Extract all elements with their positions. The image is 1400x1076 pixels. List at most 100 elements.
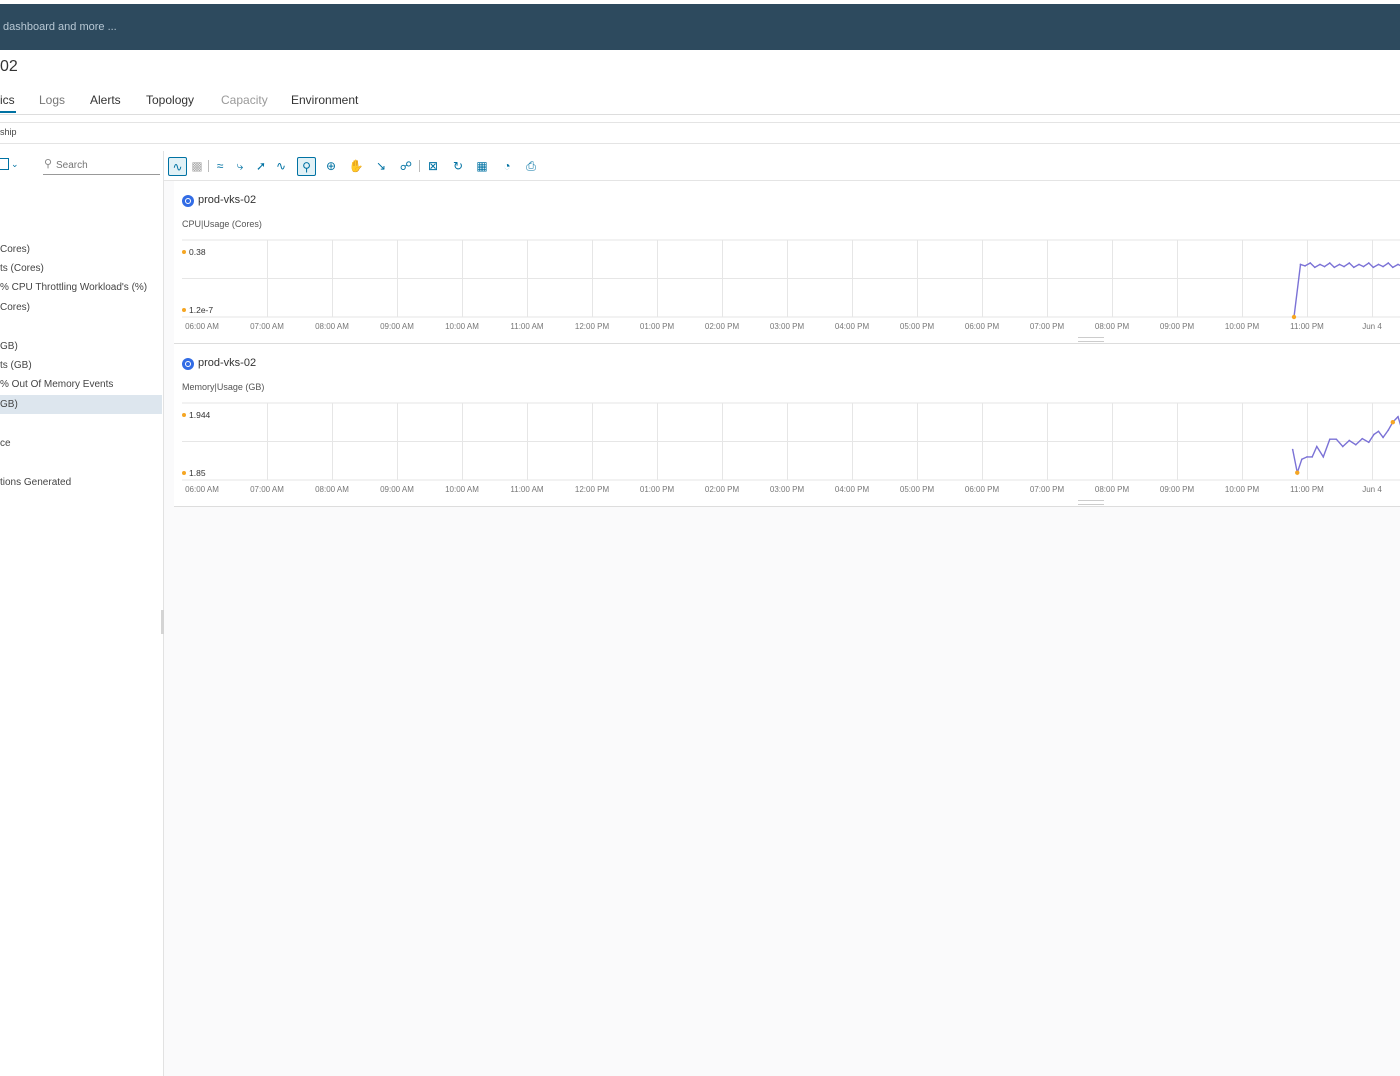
data-point	[1397, 263, 1399, 266]
x-tick-label: 08:00 AM	[315, 485, 349, 494]
trend-icon[interactable]: ⤷	[231, 157, 249, 175]
global-header: dashboard and more ...	[0, 4, 1400, 50]
x-tick-label: 09:00 AM	[380, 485, 414, 494]
data-point	[1328, 262, 1331, 264]
x-tick-label: Jun 4	[1362, 322, 1382, 331]
refresh-icon[interactable]: ↻	[449, 157, 467, 175]
tab-alerts[interactable]: Alerts	[90, 93, 121, 107]
tree-item[interactable]: ce	[0, 434, 162, 453]
kubernetes-cluster-icon	[182, 195, 194, 207]
data-point	[1361, 437, 1364, 440]
data-point	[1382, 265, 1384, 268]
x-tick-label: 03:00 PM	[770, 322, 805, 331]
memory-usage-plot[interactable]: 06:00 AM 07:00 AM 08:00 AM 09:00 AM 10:00 AM…	[174, 394, 1400, 504]
tab-metrics[interactable]: ics	[0, 93, 15, 107]
x-tick-label: 09:00 AM	[380, 322, 414, 331]
data-point	[1367, 262, 1370, 264]
chart-metric-label: CPU|Usage (Cores)	[182, 219, 262, 229]
data-point	[1299, 263, 1302, 266]
tree-item[interactable]: % Out Of Memory Events	[0, 375, 162, 394]
relationship-bar: ship	[0, 122, 1400, 144]
line-icon[interactable]: ∿	[272, 157, 290, 175]
tree-item-selected[interactable]: GB)	[0, 395, 162, 414]
data-point	[1338, 263, 1341, 266]
collapse-icon[interactable]: ↘	[372, 157, 390, 175]
tab-logs[interactable]: Logs	[39, 93, 65, 107]
tab-capacity[interactable]: Capacity	[221, 93, 268, 107]
chart-resize-grip[interactable]	[1078, 337, 1104, 342]
zoom-icon[interactable]: ⚲	[297, 157, 316, 176]
search-icon: ⚲	[44, 158, 53, 170]
global-search-hint[interactable]: dashboard and more ...	[3, 21, 117, 33]
x-tick-label: 08:00 PM	[1095, 322, 1130, 331]
view-picker-icon[interactable]	[0, 158, 9, 170]
chart-resize-grip[interactable]	[1078, 500, 1104, 505]
x-tick-label: 01:00 PM	[640, 485, 675, 494]
tree-item[interactable]: ts (Cores)	[0, 259, 162, 278]
tree-item[interactable]: ts (GB)	[0, 356, 162, 375]
x-tick-label: 10:00 PM	[1225, 322, 1260, 331]
bar-chart-icon[interactable]: ▩	[188, 157, 206, 175]
x-tick-label: 11:00 AM	[510, 322, 544, 331]
x-tick-label: 04:00 PM	[835, 485, 870, 494]
data-point	[1354, 443, 1357, 446]
min-point-marker	[1295, 470, 1300, 475]
data-point	[1343, 265, 1345, 268]
tree-item[interactable]: Cores)	[0, 298, 162, 317]
anomaly-icon[interactable]: ➚	[252, 157, 270, 175]
x-tick-label: 06:00 AM	[185, 322, 219, 331]
data-point	[1392, 266, 1394, 269]
data-point	[1322, 456, 1325, 458]
metric-search: ⚲	[43, 157, 160, 175]
data-point	[1362, 265, 1365, 268]
zoom-in-icon[interactable]: ⊕	[322, 157, 340, 175]
data-point	[1373, 433, 1375, 436]
relationship-label[interactable]: ship	[0, 127, 17, 137]
memory-usage-chart: prod-vks-02 Memory|Usage (GB) 06:00 AM 07…	[174, 344, 1400, 507]
tab-environment[interactable]: Environment	[291, 93, 358, 107]
multi-chart-icon[interactable]: ∿	[168, 157, 187, 176]
data-point	[1387, 429, 1390, 431]
metric-tree-panel: ⌄ ⚲ Cores) ts (Cores) % CPU Throttling W…	[0, 151, 164, 1076]
tree-item[interactable]: % CPU Throttling Workload's (%)	[0, 278, 162, 297]
data-point	[1387, 262, 1390, 264]
max-value-label: 1.944	[189, 410, 211, 420]
chart-metric-label: Memory|Usage (GB)	[182, 382, 265, 392]
chevron-down-icon[interactable]: ⌄	[11, 159, 19, 170]
x-tick-label: 11:00 PM	[1290, 322, 1324, 331]
tab-topology[interactable]: Topology	[146, 93, 194, 107]
gauge-icon[interactable]: ◔	[498, 157, 516, 175]
tree-item[interactable]: GB)	[0, 337, 162, 356]
data-point	[1304, 265, 1306, 267]
link-icon[interactable]: ☍	[397, 157, 415, 175]
active-tab-indicator	[0, 111, 16, 113]
series-line	[1292, 415, 1400, 476]
data-point	[1311, 456, 1313, 458]
max-marker	[182, 413, 186, 417]
metric-search-input[interactable]	[56, 159, 156, 172]
chart-object-name[interactable]: prod-vks-02	[198, 194, 256, 206]
data-point	[1306, 456, 1308, 458]
export-icon[interactable]: ⎙	[522, 157, 540, 175]
x-tick-label: 08:00 PM	[1095, 485, 1130, 494]
cpu-usage-plot[interactable]: 06:00 AM 07:00 AM 08:00 AM 09:00 AM 10:00 AM…	[174, 231, 1400, 341]
kubernetes-cluster-icon	[182, 358, 194, 370]
max-point-marker	[1390, 420, 1396, 425]
x-tick-label: 05:00 PM	[900, 322, 935, 331]
tree-item[interactable]: tions Generated	[0, 473, 162, 492]
pan-icon[interactable]: ✋	[347, 157, 365, 175]
data-point	[1335, 438, 1338, 441]
chart-object-name[interactable]: prod-vks-02	[198, 357, 256, 369]
data-point	[1291, 448, 1294, 451]
split-chart-icon[interactable]: ≈	[211, 157, 229, 175]
data-point	[1315, 445, 1318, 448]
tree-item[interactable]: Cores)	[0, 240, 162, 259]
data-point	[1314, 266, 1316, 269]
x-tick-label: 11:00 PM	[1290, 485, 1324, 494]
calendar-icon[interactable]: ▦	[473, 157, 491, 175]
close-charts-icon[interactable]: ⊠	[424, 157, 442, 175]
x-tick-label: 08:00 AM	[315, 322, 349, 331]
tab-bar: ics Logs Alerts Topology Capacity Enviro…	[0, 90, 1400, 115]
x-tick-label: 07:00 PM	[1030, 485, 1065, 494]
metric-tree-toolbar: ⌄ ⚲	[0, 151, 163, 179]
